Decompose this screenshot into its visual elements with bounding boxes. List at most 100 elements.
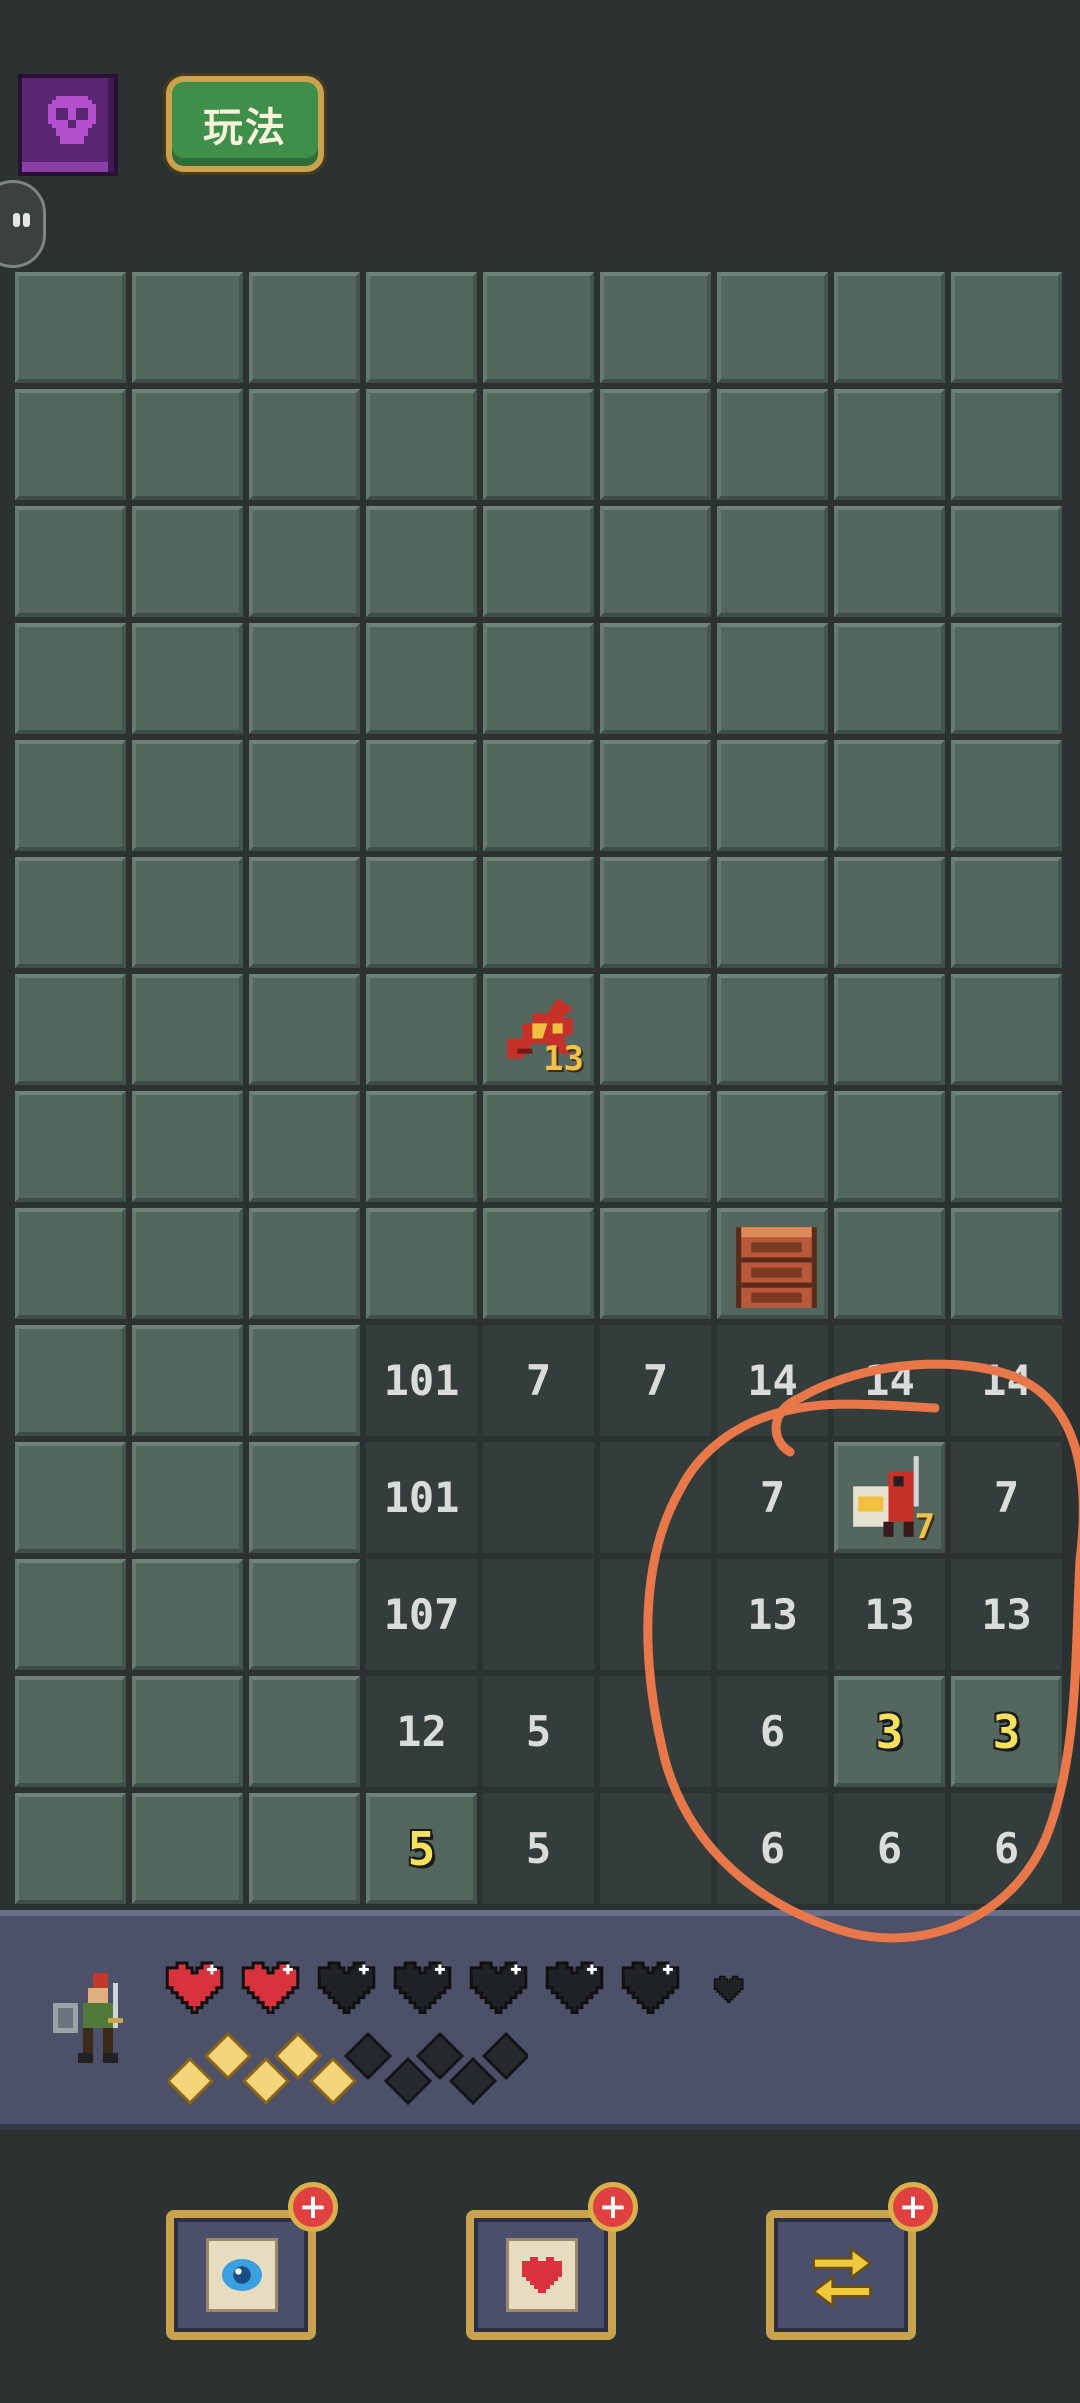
hidden-tile[interactable] (834, 1208, 945, 1319)
hidden-tile[interactable] (600, 857, 711, 968)
revealed-number-tile[interactable]: 5 (366, 1793, 477, 1904)
hidden-tile[interactable] (132, 272, 243, 383)
hidden-tile[interactable] (717, 1091, 828, 1202)
hidden-tile[interactable] (834, 389, 945, 500)
hidden-tile[interactable] (483, 740, 594, 851)
hidden-tile[interactable] (132, 506, 243, 617)
hidden-tile[interactable] (600, 974, 711, 1085)
hidden-tile[interactable] (15, 623, 126, 734)
revealed-number-tile[interactable]: 7 (951, 1442, 1062, 1553)
revealed-number-tile[interactable]: 6 (717, 1676, 828, 1787)
hidden-tile[interactable] (366, 623, 477, 734)
hidden-tile[interactable] (249, 1559, 360, 1670)
hidden-tile[interactable] (132, 1325, 243, 1436)
hidden-tile[interactable] (717, 272, 828, 383)
hidden-tile[interactable] (717, 389, 828, 500)
hidden-tile[interactable] (366, 974, 477, 1085)
hidden-tile[interactable] (132, 389, 243, 500)
treasure-chest-tile[interactable] (717, 1208, 828, 1319)
revealed-number-tile[interactable]: 6 (834, 1793, 945, 1904)
hidden-tile[interactable] (249, 857, 360, 968)
revealed-number-tile[interactable]: 107 (366, 1559, 477, 1670)
revealed-empty-tile[interactable] (600, 1442, 711, 1553)
revealed-number-tile[interactable]: 6 (951, 1793, 1062, 1904)
hidden-tile[interactable] (366, 1208, 477, 1319)
hidden-tile[interactable] (951, 389, 1062, 500)
hidden-tile[interactable] (132, 740, 243, 851)
add-reveal-scroll-button[interactable]: + (288, 2182, 338, 2232)
hidden-tile[interactable] (132, 623, 243, 734)
hidden-tile[interactable] (834, 974, 945, 1085)
hidden-tile[interactable] (951, 1208, 1062, 1319)
hidden-tile[interactable] (366, 1091, 477, 1202)
revealed-number-tile[interactable]: 6 (717, 1793, 828, 1904)
hidden-tile[interactable] (15, 974, 126, 1085)
hidden-tile[interactable] (483, 857, 594, 968)
revealed-empty-tile[interactable] (483, 1442, 594, 1553)
hidden-tile[interactable] (132, 1091, 243, 1202)
revealed-number-tile[interactable]: 12 (366, 1676, 477, 1787)
hidden-tile[interactable] (600, 1091, 711, 1202)
hidden-tile[interactable] (951, 974, 1062, 1085)
hidden-tile[interactable] (951, 857, 1062, 968)
hidden-tile[interactable] (15, 740, 126, 851)
revealed-number-tile[interactable]: 5 (483, 1676, 594, 1787)
revealed-number-tile[interactable]: 3 (951, 1676, 1062, 1787)
revealed-number-tile[interactable]: 14 (717, 1325, 828, 1436)
hidden-tile[interactable] (132, 1559, 243, 1670)
hidden-tile[interactable] (483, 389, 594, 500)
hidden-tile[interactable] (951, 1091, 1062, 1202)
revealed-number-tile[interactable]: 13 (951, 1559, 1062, 1670)
hidden-tile[interactable] (483, 272, 594, 383)
hidden-tile[interactable] (600, 389, 711, 500)
revealed-empty-tile[interactable] (483, 1559, 594, 1670)
hidden-tile[interactable] (600, 506, 711, 617)
revealed-number-tile[interactable]: 101 (366, 1325, 477, 1436)
hidden-tile[interactable] (717, 857, 828, 968)
hidden-tile[interactable] (249, 1208, 360, 1319)
revealed-number-tile[interactable]: 13 (834, 1559, 945, 1670)
revealed-number-tile[interactable]: 7 (483, 1325, 594, 1436)
hidden-tile[interactable] (834, 623, 945, 734)
hidden-tile[interactable] (15, 1559, 126, 1670)
revealed-empty-tile[interactable] (600, 1793, 711, 1904)
hidden-tile[interactable] (249, 1793, 360, 1904)
hidden-tile[interactable] (600, 740, 711, 851)
revealed-number-tile[interactable]: 14 (951, 1325, 1062, 1436)
hidden-tile[interactable] (15, 1442, 126, 1553)
hidden-tile[interactable] (15, 389, 126, 500)
hidden-tile[interactable] (15, 1676, 126, 1787)
hidden-tile[interactable] (132, 974, 243, 1085)
hidden-tile[interactable] (834, 1091, 945, 1202)
hidden-tile[interactable] (249, 740, 360, 851)
hidden-tile[interactable] (834, 857, 945, 968)
knight-monster-tile[interactable]: 7 (834, 1442, 945, 1553)
hidden-tile[interactable] (600, 272, 711, 383)
hidden-tile[interactable] (951, 506, 1062, 617)
hidden-tile[interactable] (366, 272, 477, 383)
hidden-tile[interactable] (366, 389, 477, 500)
hidden-tile[interactable] (15, 272, 126, 383)
hidden-tile[interactable] (249, 974, 360, 1085)
hidden-tile[interactable] (15, 1325, 126, 1436)
hidden-tile[interactable] (834, 506, 945, 617)
hidden-tile[interactable] (132, 1676, 243, 1787)
hidden-tile[interactable] (15, 506, 126, 617)
hidden-tile[interactable] (717, 623, 828, 734)
hidden-tile[interactable] (483, 623, 594, 734)
hidden-tile[interactable] (249, 389, 360, 500)
revealed-number-tile[interactable]: 7 (600, 1325, 711, 1436)
side-drawer-toggle[interactable] (0, 180, 46, 268)
hidden-tile[interactable] (15, 1208, 126, 1319)
hidden-tile[interactable] (249, 623, 360, 734)
hidden-tile[interactable] (600, 623, 711, 734)
hidden-tile[interactable] (366, 857, 477, 968)
hidden-tile[interactable] (717, 740, 828, 851)
hidden-tile[interactable] (249, 272, 360, 383)
hidden-tile[interactable] (951, 272, 1062, 383)
hidden-tile[interactable] (951, 740, 1062, 851)
revealed-number-tile[interactable]: 5 (483, 1793, 594, 1904)
hidden-tile[interactable] (600, 1208, 711, 1319)
revealed-number-tile[interactable]: 101 (366, 1442, 477, 1553)
heal-scroll-button[interactable]: + (466, 2182, 638, 2340)
